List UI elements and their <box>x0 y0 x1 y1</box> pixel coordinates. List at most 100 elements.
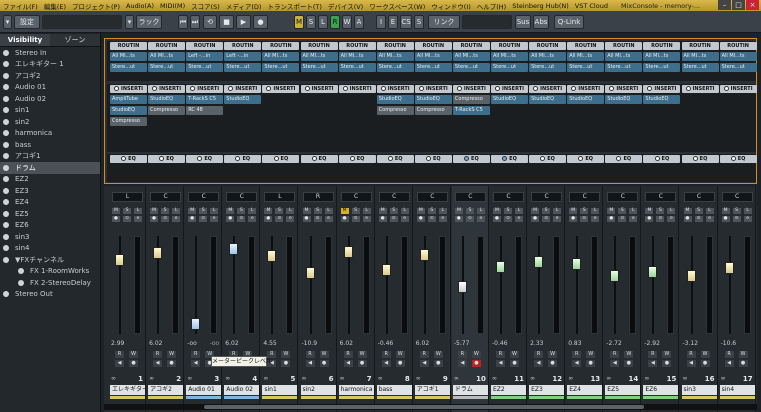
solo-button[interactable]: S <box>542 208 551 214</box>
eq-header[interactable]: EQ <box>376 155 414 163</box>
monitor-button-2[interactable]: ◀ <box>191 360 201 367</box>
solo-button[interactable]: S <box>427 208 436 214</box>
pan-control[interactable]: R <box>302 192 334 202</box>
read-automation-button[interactable]: R <box>153 351 163 358</box>
visibility-item[interactable]: アコギ2 <box>0 70 100 82</box>
read-automation-button[interactable]: R <box>648 351 658 358</box>
solo-button[interactable]: S <box>694 208 703 214</box>
link-icon[interactable]: ∞ <box>644 375 649 382</box>
routing-slot[interactable]: All MI...ts <box>681 52 719 61</box>
insert-power-icon[interactable] <box>685 86 691 91</box>
eq-header[interactable]: EQ <box>224 155 262 163</box>
insert-power-icon[interactable] <box>190 86 196 91</box>
listen-button[interactable]: L <box>248 208 257 214</box>
visibility-item[interactable]: エレキギター 1 <box>0 59 100 71</box>
insert-power-icon[interactable] <box>723 86 729 91</box>
routing-slot[interactable]: Stere...ut <box>376 63 414 72</box>
rack-menu-icon[interactable]: ▾ <box>125 15 134 29</box>
visibility-item[interactable]: FX 1-RoomWorks <box>0 266 100 278</box>
inserts-header[interactable]: INSERTI <box>186 85 224 93</box>
visibility-item[interactable]: sin4 <box>0 243 100 255</box>
visibility-dot-icon[interactable] <box>3 210 9 217</box>
visibility-item[interactable]: FX 2-StereoDelay <box>0 277 100 289</box>
routing-header[interactable]: ROUTIN <box>186 42 224 50</box>
visibility-item[interactable]: Audio 01 <box>0 82 100 94</box>
monitor-button[interactable]: ● <box>188 216 197 222</box>
pan-control[interactable]: C <box>226 192 258 202</box>
pan-control[interactable]: C <box>188 192 220 202</box>
edit-button[interactable]: e <box>476 216 485 222</box>
mute-button[interactable]: M <box>112 208 120 214</box>
insert-slot[interactable]: RC 48 <box>186 106 224 115</box>
visibility-dot-icon[interactable] <box>3 153 9 160</box>
eq-header[interactable]: EQ <box>414 155 452 163</box>
cycle-icon[interactable]: ⟲ <box>203 15 217 29</box>
visibility-dot-icon[interactable] <box>18 268 24 275</box>
pan-control[interactable]: C <box>378 192 410 202</box>
insert-power-icon[interactable] <box>609 86 615 91</box>
mute-button[interactable]: M <box>721 208 730 214</box>
read-automation-button[interactable]: R <box>572 351 582 358</box>
record-arm-button[interactable]: ● <box>548 360 558 367</box>
eq-header[interactable]: EQ <box>148 155 186 163</box>
eq-power-icon[interactable] <box>159 156 165 161</box>
eq-power-icon[interactable] <box>730 156 736 161</box>
listen-button[interactable]: L <box>476 208 485 214</box>
record-enable-button[interactable]: ⊙ <box>313 216 322 222</box>
insert-power-icon[interactable] <box>533 86 539 91</box>
listen-button[interactable]: L <box>134 208 142 214</box>
inserts-header[interactable]: INSERTI <box>567 85 605 93</box>
pan-control[interactable]: L <box>264 192 296 202</box>
eq-power-icon[interactable] <box>121 156 127 161</box>
edit-button[interactable]: e <box>629 216 638 222</box>
volume-fader[interactable] <box>305 266 315 279</box>
visibility-dot-icon[interactable] <box>3 95 9 102</box>
fader-level[interactable]: 6.02 <box>414 340 451 347</box>
solo-button[interactable]: S <box>237 208 246 214</box>
read-automation-button[interactable]: R <box>191 351 201 358</box>
channel-color-bar[interactable] <box>186 396 222 399</box>
solo-button[interactable]: S <box>656 208 665 214</box>
insert-slot[interactable]: StudioEQ <box>224 95 262 104</box>
eq-header[interactable]: EQ <box>643 155 681 163</box>
pan-control[interactable]: C <box>569 192 601 202</box>
menu-item[interactable]: MIDI(M) <box>157 2 188 10</box>
edit-button[interactable]: e <box>743 216 752 222</box>
mute-button[interactable]: M <box>302 208 311 214</box>
visibility-dot-icon[interactable] <box>18 279 24 286</box>
insert-power-icon[interactable] <box>266 86 272 91</box>
mute-button[interactable]: M <box>607 208 616 214</box>
read-automation-button[interactable]: R <box>115 351 124 358</box>
scrollbar-thumb[interactable] <box>204 405 644 409</box>
routing-slot[interactable]: All MI...ts <box>643 52 681 61</box>
visibility-item[interactable]: Stereo Out <box>0 289 100 301</box>
routing-slot[interactable]: Stere...ut <box>605 63 643 72</box>
maximize-icon[interactable]: □ <box>732 0 745 10</box>
record-arm-button[interactable]: ● <box>662 360 672 367</box>
volume-fader[interactable] <box>496 260 505 273</box>
routing-header[interactable]: ROUTIN <box>719 42 757 50</box>
routing-header[interactable]: ROUTIN <box>452 42 490 50</box>
record-arm-button[interactable]: ● <box>738 360 748 367</box>
record-icon[interactable]: ● <box>253 15 268 29</box>
record-arm-button[interactable]: ● <box>624 360 634 367</box>
routing-slot[interactable]: All MI...ts <box>452 52 490 61</box>
listen-button[interactable]: L <box>629 208 638 214</box>
monitor-button-2[interactable]: ◀ <box>534 360 544 367</box>
channel-name[interactable]: EZ3 <box>529 385 565 395</box>
channel-name[interactable]: sin1 <box>262 385 298 395</box>
mute-button[interactable]: M <box>493 208 501 214</box>
visibility-dot-icon[interactable] <box>3 245 9 252</box>
channel-name[interactable]: エレキギター <box>110 385 145 395</box>
link-icon[interactable]: ∞ <box>340 375 345 382</box>
edit-button[interactable]: e <box>400 216 409 222</box>
monitor-button[interactable]: ● <box>264 216 273 222</box>
routing-slot[interactable]: Stere...ut <box>643 63 681 72</box>
fader-level[interactable]: -10.6 <box>719 340 756 347</box>
link-icon[interactable]: ∞ <box>225 375 230 382</box>
solo-button[interactable]: S <box>504 208 512 214</box>
inserts-header[interactable]: INSERTI <box>491 85 528 93</box>
eq-power-icon[interactable] <box>425 156 431 161</box>
routing-slot[interactable]: Stere...ut <box>567 63 605 72</box>
peak-level[interactable]: -oo <box>210 340 220 347</box>
